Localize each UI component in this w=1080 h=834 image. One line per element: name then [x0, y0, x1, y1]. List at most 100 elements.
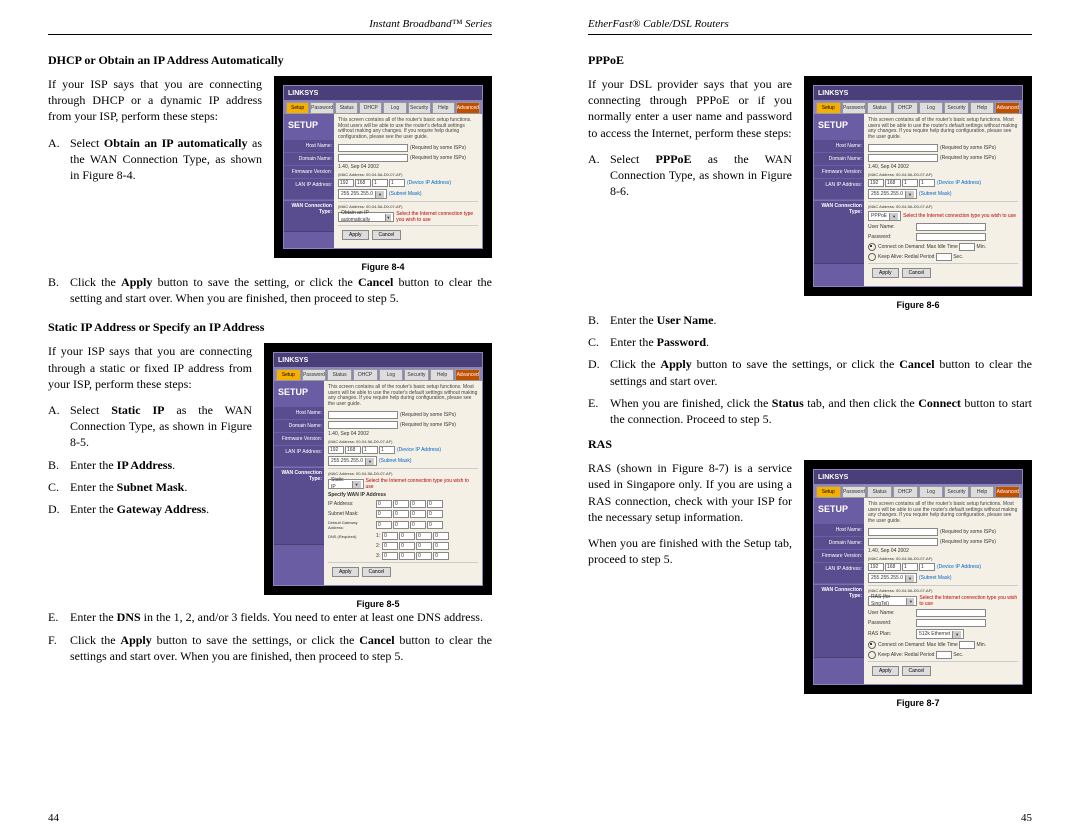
idle-input[interactable] — [959, 641, 975, 649]
ip2[interactable]: 168 — [885, 563, 901, 571]
tab-dhcp[interactable]: DHCP — [359, 102, 382, 114]
host-input[interactable] — [338, 144, 408, 152]
tab-setup[interactable]: Setup — [816, 486, 841, 498]
ip4[interactable]: 1 — [379, 446, 395, 454]
tab-password[interactable]: Password — [310, 102, 334, 114]
ras-plan-select[interactable]: 512k Ethernet▼ — [916, 629, 964, 639]
ip3[interactable]: 1 — [372, 179, 388, 187]
i[interactable]: 0 — [376, 510, 392, 518]
idle-input[interactable] — [959, 243, 975, 251]
wan-type-select[interactable]: RAS (for SingTel)▼ — [868, 596, 917, 606]
i[interactable]: 0 — [376, 500, 392, 508]
host-input[interactable] — [328, 411, 398, 419]
tab-security[interactable]: Security — [944, 102, 969, 114]
user-input[interactable] — [916, 609, 986, 617]
subnet-select[interactable]: 255.255.255.0▼ — [868, 573, 917, 583]
i[interactable]: 0 — [393, 500, 409, 508]
tab-advanced[interactable]: Advanced — [456, 102, 480, 114]
radio-ka[interactable] — [868, 651, 876, 659]
i[interactable]: 0 — [433, 532, 449, 540]
tab-security[interactable]: Security — [404, 369, 429, 381]
domain-input[interactable] — [868, 154, 938, 162]
radio-cod[interactable] — [868, 641, 876, 649]
ip1[interactable]: 192 — [328, 446, 344, 454]
ip3[interactable]: 1 — [902, 563, 918, 571]
i[interactable]: 0 — [427, 510, 443, 518]
tab-status[interactable]: Status — [867, 102, 892, 114]
ip1[interactable]: 192 — [868, 563, 884, 571]
i[interactable]: 0 — [410, 510, 426, 518]
i[interactable]: 0 — [410, 500, 426, 508]
apply-button[interactable]: Apply — [872, 666, 899, 676]
i[interactable]: 0 — [382, 532, 398, 540]
i[interactable]: 0 — [382, 542, 398, 550]
tab-security[interactable]: Security — [408, 102, 431, 114]
tab-setup[interactable]: Setup — [816, 102, 841, 114]
ip2[interactable]: 168 — [885, 179, 901, 187]
cancel-button[interactable]: Cancel — [902, 666, 932, 676]
i[interactable]: 0 — [393, 510, 409, 518]
apply-button[interactable]: Apply — [332, 567, 359, 577]
tab-status[interactable]: Status — [335, 102, 358, 114]
ip1[interactable]: 192 — [868, 179, 884, 187]
wan-type-select[interactable]: Obtain an IP automatically▼ — [338, 212, 394, 222]
apply-button[interactable]: Apply — [342, 230, 369, 240]
tab-advanced[interactable]: Advanced — [455, 369, 480, 381]
subnet-select[interactable]: 255.255.255.0▼ — [328, 456, 377, 466]
ip1[interactable]: 192 — [338, 179, 354, 187]
tab-log[interactable]: Log — [919, 102, 944, 114]
tab-advanced[interactable]: Advanced — [995, 102, 1020, 114]
ip3[interactable]: 1 — [902, 179, 918, 187]
subnet-select[interactable]: 255.255.255.0▼ — [868, 189, 917, 199]
ip2[interactable]: 168 — [355, 179, 371, 187]
tab-dhcp[interactable]: DHCP — [353, 369, 378, 381]
ip2[interactable]: 168 — [345, 446, 361, 454]
i[interactable]: 0 — [376, 521, 392, 529]
i[interactable]: 0 — [433, 552, 449, 560]
host-input[interactable] — [868, 144, 938, 152]
tab-password[interactable]: Password — [842, 486, 867, 498]
i[interactable]: 0 — [410, 521, 426, 529]
tab-log[interactable]: Log — [383, 102, 406, 114]
subnet-select[interactable]: 255.255.255.0▼ — [338, 189, 387, 199]
ip4[interactable]: 1 — [919, 179, 935, 187]
radio-ka[interactable] — [868, 253, 876, 261]
tab-setup[interactable]: Setup — [286, 102, 309, 114]
cancel-button[interactable]: Cancel — [902, 268, 932, 278]
tab-dhcp[interactable]: DHCP — [893, 102, 918, 114]
host-input[interactable] — [868, 528, 938, 536]
tab-help[interactable]: Help — [970, 102, 995, 114]
ip4[interactable]: 1 — [919, 563, 935, 571]
i[interactable]: 0 — [427, 500, 443, 508]
i[interactable]: 0 — [433, 542, 449, 550]
i[interactable]: 0 — [427, 521, 443, 529]
pass-input[interactable] — [916, 233, 986, 241]
tab-help[interactable]: Help — [970, 486, 995, 498]
i[interactable]: 0 — [416, 542, 432, 550]
apply-button[interactable]: Apply — [872, 268, 899, 278]
ip3[interactable]: 1 — [362, 446, 378, 454]
wan-type-select[interactable]: Static IP▼ — [328, 479, 364, 489]
i[interactable]: 0 — [416, 552, 432, 560]
tab-advanced[interactable]: Advanced — [995, 486, 1020, 498]
i[interactable]: 0 — [399, 552, 415, 560]
user-input[interactable] — [916, 223, 986, 231]
ip4[interactable]: 1 — [389, 179, 405, 187]
tab-password[interactable]: Password — [842, 102, 867, 114]
tab-log[interactable]: Log — [379, 369, 404, 381]
domain-input[interactable] — [338, 154, 408, 162]
tab-status[interactable]: Status — [327, 369, 352, 381]
tab-security[interactable]: Security — [944, 486, 969, 498]
cancel-button[interactable]: Cancel — [372, 230, 402, 240]
cancel-button[interactable]: Cancel — [362, 567, 392, 577]
tab-setup[interactable]: Setup — [276, 369, 301, 381]
i[interactable]: 0 — [393, 521, 409, 529]
i[interactable]: 0 — [399, 532, 415, 540]
tab-dhcp[interactable]: DHCP — [893, 486, 918, 498]
domain-input[interactable] — [328, 421, 398, 429]
tab-password[interactable]: Password — [302, 369, 327, 381]
tab-status[interactable]: Status — [867, 486, 892, 498]
tab-help[interactable]: Help — [432, 102, 455, 114]
redial-input[interactable] — [936, 253, 952, 261]
i[interactable]: 0 — [382, 552, 398, 560]
